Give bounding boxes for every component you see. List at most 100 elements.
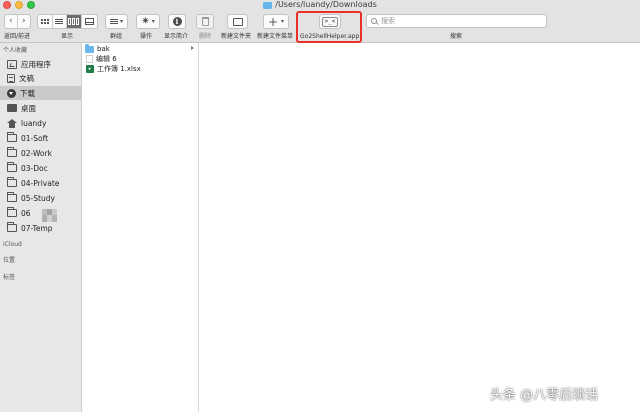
favorites-header: 个人收藏 <box>3 47 28 54</box>
sidebar-item-07-temp[interactable]: 07-Temp <box>0 221 81 235</box>
search-field[interactable] <box>366 14 547 28</box>
view-label: 显示 <box>61 33 74 40</box>
folder-icon <box>7 147 17 157</box>
chevron-right-icon: › <box>21 16 26 26</box>
group-label: 群组 <box>110 33 123 40</box>
forward-button[interactable]: › <box>18 15 30 28</box>
sidebar-item-downloads[interactable]: 下载 <box>0 86 81 100</box>
view-mode-control <box>37 14 98 29</box>
folder-icon <box>7 207 17 217</box>
column-view-button[interactable] <box>67 15 82 28</box>
desktop-icon <box>7 104 17 112</box>
gallery-icon <box>84 18 94 25</box>
list-icon <box>55 18 64 25</box>
sidebar-item-applications[interactable]: 应用程序 <box>0 57 81 71</box>
get-info-button[interactable]: i <box>168 14 186 29</box>
sidebar-item-04-private[interactable]: 04-Private <box>0 176 81 190</box>
back-forward-control: ‹ › <box>4 14 31 29</box>
chevron-down-icon: ▾ <box>119 17 123 25</box>
delete-label: 删除 <box>199 33 212 40</box>
plus-icon: + <box>267 14 279 29</box>
sidebar: 个人收藏 应用程序 文稿 下载 桌面 luandy 01-Soft 02-Wor… <box>0 43 82 412</box>
search-icon <box>371 18 377 24</box>
file-name: 编辑 6 <box>96 55 117 63</box>
new-folder-label: 新建文件夹 <box>221 33 252 40</box>
info-icon: i <box>172 17 182 26</box>
folder-icon <box>7 222 17 232</box>
sidebar-item-desktop[interactable]: 桌面 <box>0 101 81 115</box>
sidebar-item-label: luandy <box>21 118 47 128</box>
folder-icon <box>7 177 17 187</box>
sidebar-item-label: 文稿 <box>19 73 34 83</box>
home-icon <box>7 118 17 128</box>
window-title-text: /Users/luandy/Downloads <box>275 0 377 9</box>
gallery-view-button[interactable] <box>82 15 97 28</box>
list-item[interactable]: bak <box>82 43 198 54</box>
chevron-down-icon: ▾ <box>151 17 155 25</box>
title-bar: /Users/luandy/Downloads <box>0 0 640 10</box>
sidebar-item-label: 桌面 <box>21 103 36 113</box>
sidebar-item-02-work[interactable]: 02-Work <box>0 146 81 160</box>
sidebar-item-label: 下载 <box>20 88 35 98</box>
trash-icon <box>201 17 209 26</box>
window-title: /Users/luandy/Downloads <box>0 0 640 10</box>
disclosure-arrow-icon <box>191 46 194 50</box>
folder-icon <box>7 162 17 172</box>
chevron-down-icon: ▾ <box>281 17 285 25</box>
folder-icon <box>7 132 17 142</box>
back-button[interactable]: ‹ <box>5 15 18 28</box>
list-view-button[interactable] <box>53 15 68 28</box>
search-label: 搜索 <box>450 33 463 40</box>
tags-header: 标签 <box>3 274 16 281</box>
sidebar-item-label: 04-Private <box>21 178 60 188</box>
sidebar-item-label: 05-Study <box>21 193 55 203</box>
sidebar-item-label: 应用程序 <box>21 59 51 69</box>
document-icon <box>86 55 93 63</box>
sidebar-item-label: 07-Temp <box>21 223 53 233</box>
delete-button[interactable] <box>196 14 214 29</box>
sidebar-item-label: 06 <box>21 208 31 218</box>
get-info-label: 显示简介 <box>164 33 189 40</box>
sidebar-item-06[interactable]: 06 <box>0 206 81 220</box>
icon-view-button[interactable] <box>38 15 53 28</box>
folder-icon <box>85 43 94 53</box>
sidebar-item-home[interactable]: luandy <box>0 116 81 130</box>
file-column: bak 编辑 6 ▸ 工作簿 1.xlsx <box>82 43 199 412</box>
spreadsheet-icon: ▸ <box>86 65 94 73</box>
watermark-text: 头条 @八零后琐话 <box>490 388 599 403</box>
locations-header: 位置 <box>3 257 16 264</box>
chevron-left-icon: ‹ <box>8 16 13 26</box>
new-file-menu-button[interactable]: + ▾ <box>263 14 289 29</box>
sidebar-item-label: 03-Doc <box>21 163 48 173</box>
action-button[interactable]: ✷ ▾ <box>136 14 160 29</box>
sidebar-item-01-soft[interactable]: 01-Soft <box>0 131 81 145</box>
sidebar-item-03-doc[interactable]: 03-Doc <box>0 161 81 175</box>
new-folder-button[interactable] <box>227 14 248 29</box>
icloud-header: iCloud <box>3 241 22 248</box>
sidebar-item-label: 01-Soft <box>21 133 49 143</box>
download-icon <box>7 88 16 98</box>
action-label: 操作 <box>140 33 153 40</box>
go2shell-highlight <box>296 11 362 43</box>
group-button[interactable]: ▾ <box>105 14 128 29</box>
sidebar-item-label: 02-Work <box>21 148 52 158</box>
list-item[interactable]: ▸ 工作簿 1.xlsx <box>82 64 198 74</box>
file-name: 工作簿 1.xlsx <box>97 65 141 73</box>
back-forward-label: 返回/前进 <box>4 33 31 40</box>
grid-icon <box>40 19 49 24</box>
new-folder-icon <box>232 17 243 26</box>
folder-icon <box>263 1 273 9</box>
search-input[interactable] <box>381 17 531 25</box>
document-icon <box>7 73 15 83</box>
columns-icon <box>68 18 80 25</box>
gear-icon: ✷ <box>141 15 150 27</box>
new-file-menu-label: 新建文件菜单 <box>257 33 294 40</box>
preview-column <box>199 43 640 412</box>
folder-icon <box>7 192 17 202</box>
list-item[interactable]: 编辑 6 <box>82 54 198 64</box>
apps-icon <box>7 59 17 69</box>
sidebar-item-documents[interactable]: 文稿 <box>0 71 81 85</box>
sidebar-item-05-study[interactable]: 05-Study <box>0 191 81 205</box>
group-grid-icon <box>109 18 118 25</box>
file-name: bak <box>97 45 110 53</box>
